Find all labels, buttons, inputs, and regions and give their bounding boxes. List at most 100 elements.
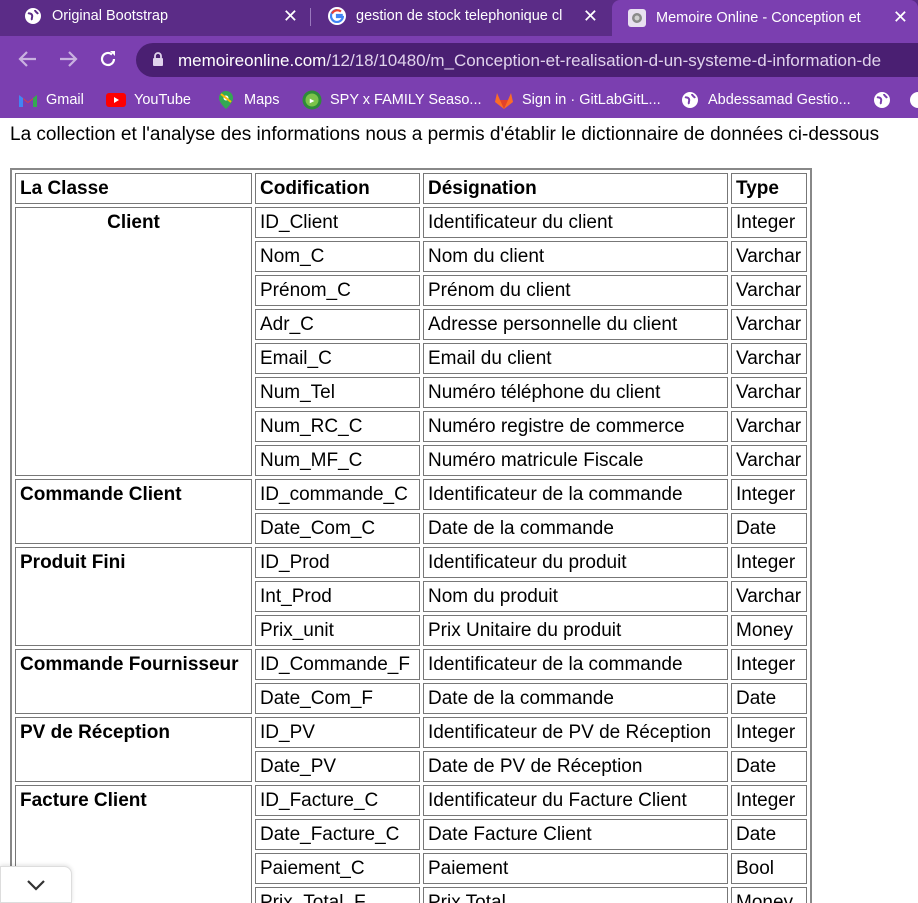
codification-cell: ID_PV: [255, 717, 420, 748]
url-path: /12/18/10480/m_Conception-et-realisation…: [326, 51, 882, 70]
designation-cell: Identificateur du Facture Client: [423, 785, 728, 816]
back-button[interactable]: [14, 45, 42, 73]
reload-button[interactable]: [94, 45, 122, 73]
codification-cell: ID_Prod: [255, 547, 420, 578]
page-content: La collection et l'analyse des informati…: [0, 118, 918, 903]
type-cell: Money: [731, 887, 807, 903]
globe-icon: [908, 91, 918, 109]
table-row: Commande Fournisseur ID_Commande_F Identif…: [15, 649, 807, 714]
table-body: Client ID_Client Identificateur du client I…: [15, 207, 807, 903]
bookmark-maps[interactable]: Maps: [216, 90, 279, 110]
gmail-icon: [18, 91, 38, 109]
tab-strip: Original Bootstrap ✕ gestion de stock te…: [0, 0, 918, 36]
tab-title: Memoire Online - Conception et: [656, 10, 861, 26]
table-row: Commande Client ID_commande_C Identificate…: [15, 479, 807, 544]
designation-cell: Numéro matricule Fiscale: [423, 445, 728, 476]
codification-cell: Nom_C: [255, 241, 420, 272]
codification-cell: Date_Com_F: [255, 683, 420, 714]
table-row: Produit Fini ID_Prod Identificateur du pro…: [15, 547, 807, 646]
class-cell: Produit Fini: [15, 547, 252, 646]
tab-separator: [310, 8, 311, 26]
tab-title: gestion de stock telephonique cl: [356, 8, 563, 24]
bookmark-spy-family[interactable]: ▶ SPY x FAMILY Seaso...: [302, 90, 482, 110]
type-cell: Bool: [731, 853, 807, 884]
svg-text:▶: ▶: [310, 99, 315, 105]
codification-cell: Prénom_C: [255, 275, 420, 306]
bookmark-gitlab[interactable]: Sign in · GitLabGitL...: [494, 90, 661, 110]
bookmark-gmail[interactable]: Gmail: [18, 90, 84, 110]
designation-cell: Identificateur de la commande: [423, 479, 728, 510]
designation-cell: Date de la commande: [423, 513, 728, 544]
designation-cell: Nom du produit: [423, 581, 728, 612]
designation-cell: Identificateur de la commande: [423, 649, 728, 680]
close-tab-icon[interactable]: ✕: [893, 7, 908, 27]
tab-memoire-online[interactable]: Memoire Online - Conception et ✕: [612, 0, 918, 36]
chevron-down-icon: [27, 879, 45, 891]
table-row: PV de Réception ID_PV Identificateur de PV…: [15, 717, 807, 782]
codification-cell: ID_Commande_F: [255, 649, 420, 680]
address-bar[interactable]: memoireonline.com/12/18/10480/m_Concepti…: [136, 43, 918, 77]
bookmark-more[interactable]: [908, 90, 918, 110]
codification-cell: Email_C: [255, 343, 420, 374]
close-tab-icon[interactable]: ✕: [283, 6, 298, 26]
codification-cell: Prix_Total_F: [255, 887, 420, 903]
type-cell: Varchar: [731, 275, 807, 306]
type-cell: Money: [731, 615, 807, 646]
type-cell: Varchar: [731, 411, 807, 442]
forward-button[interactable]: [54, 45, 82, 73]
maps-icon: [216, 91, 236, 109]
intro-paragraph: La collection et l'analyse des informati…: [10, 124, 880, 145]
bookmark-label: Abdessamad Gestio...: [708, 92, 851, 108]
codification-cell: ID_Client: [255, 207, 420, 238]
codification-cell: Adr_C: [255, 309, 420, 340]
table-header-row: La Classe Codification Désignation Type: [15, 173, 807, 204]
header-cell: Type: [731, 173, 807, 204]
designation-cell: Email du client: [423, 343, 728, 374]
codification-cell: Date_PV: [255, 751, 420, 782]
arrow-right-icon: [60, 51, 78, 67]
bookmark-abdessamad[interactable]: Abdessamad Gestio...: [680, 90, 851, 110]
codification-cell: Prix_unit: [255, 615, 420, 646]
codification-cell: ID_Facture_C: [255, 785, 420, 816]
tab-original-bootstrap[interactable]: Original Bootstrap ✕: [8, 0, 308, 32]
browser-toolbar: memoireonline.com/12/18/10480/m_Concepti…: [0, 36, 918, 82]
class-cell: PV de Réception: [15, 717, 252, 782]
scroll-down-button[interactable]: [0, 866, 72, 903]
type-cell: Varchar: [731, 241, 807, 272]
type-cell: Varchar: [731, 445, 807, 476]
type-cell: Integer: [731, 479, 807, 510]
header-cell: Désignation: [423, 173, 728, 204]
data-dictionary-table: La Classe Codification Désignation Type …: [10, 168, 812, 903]
tab-title: Original Bootstrap: [52, 8, 169, 24]
bookmark-globe[interactable]: [872, 90, 900, 110]
designation-cell: Identificateur du produit: [423, 547, 728, 578]
class-cell: Client: [15, 207, 252, 476]
google-icon: [328, 7, 346, 25]
lock-icon[interactable]: [152, 52, 164, 72]
close-tab-icon[interactable]: ✕: [583, 6, 598, 26]
designation-cell: Identificateur du client: [423, 207, 728, 238]
type-cell: Integer: [731, 207, 807, 238]
designation-cell: Date de PV de Réception: [423, 751, 728, 782]
designation-cell: Prix Unitaire du produit: [423, 615, 728, 646]
codification-cell: Date_Facture_C: [255, 819, 420, 850]
type-cell: Integer: [731, 547, 807, 578]
url-host: memoireonline.com: [178, 51, 327, 70]
table-row: Client ID_Client Identificateur du client I…: [15, 207, 807, 476]
type-cell: Date: [731, 683, 807, 714]
bookmark-label: YouTube: [134, 92, 191, 108]
designation-cell: Numéro téléphone du client: [423, 377, 728, 408]
tab-gestion-stock[interactable]: gestion de stock telephonique cl ✕: [312, 0, 608, 32]
type-cell: Date: [731, 751, 807, 782]
url-text: memoireonline.com/12/18/10480/m_Concepti…: [178, 51, 881, 71]
type-cell: Integer: [731, 649, 807, 680]
bookmark-youtube[interactable]: YouTube: [106, 90, 191, 110]
bookmark-label: SPY x FAMILY Seaso...: [330, 92, 482, 108]
header-cell: Codification: [255, 173, 420, 204]
codification-cell: Paiement_C: [255, 853, 420, 884]
designation-cell: Prix Total: [423, 887, 728, 903]
class-cell: Commande Fournisseur: [15, 649, 252, 714]
designation-cell: Paiement: [423, 853, 728, 884]
type-cell: Varchar: [731, 377, 807, 408]
type-cell: Varchar: [731, 343, 807, 374]
